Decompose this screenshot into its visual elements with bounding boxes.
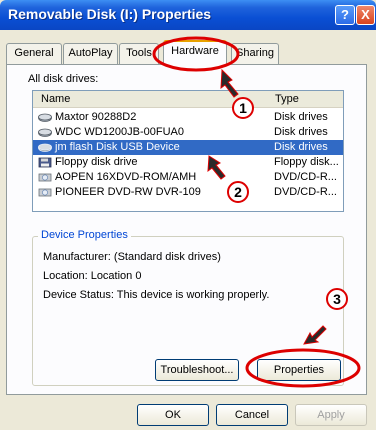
floppy-drive-icon — [38, 157, 52, 168]
all-disk-drives-label: All disk drives: — [28, 73, 99, 85]
troubleshoot-button[interactable]: Troubleshoot... — [155, 359, 239, 381]
list-item-name: AOPEN 16XDVD-ROM/AMH — [55, 171, 197, 183]
list-header: Name Type — [33, 91, 343, 108]
list-item-type: Disk drives — [274, 111, 328, 123]
list-item-type: Floppy disk... — [274, 156, 339, 168]
hard-disk-icon — [38, 128, 52, 137]
tab-general[interactable]: General — [6, 43, 62, 64]
hard-disk-icon — [38, 143, 52, 152]
title-bar[interactable]: Removable Disk (I:) Properties ? X — [0, 0, 376, 30]
device-properties-legend: Device Properties — [38, 229, 131, 241]
list-item-name: PIONEER DVD-RW DVR-109 — [55, 186, 201, 198]
list-item-name: Maxtor 90288D2 — [55, 111, 137, 123]
device-status-text: Device Status: This device is working pr… — [43, 289, 270, 301]
help-button[interactable]: ? — [335, 5, 355, 25]
step-badge-3: 3 — [326, 288, 348, 310]
close-button[interactable]: X — [356, 5, 375, 25]
list-item[interactable]: Maxtor 90288D2 Disk drives — [33, 110, 343, 125]
step-badge-2: 2 — [227, 181, 249, 203]
list-item[interactable]: Floppy disk drive Floppy disk... — [33, 155, 343, 170]
list-item[interactable]: PIONEER DVD-RW DVR-109 DVD/CD-R... — [33, 185, 343, 200]
ok-button[interactable]: OK — [137, 404, 209, 426]
cd-drive-icon — [38, 188, 52, 197]
list-item-name: WDC WD1200JB-00FUA0 — [55, 126, 184, 138]
disk-drives-list[interactable]: Name Type Maxtor 90288D2 Disk drives WDC… — [32, 90, 344, 212]
column-header-name[interactable]: Name — [41, 93, 70, 105]
list-item-type: DVD/CD-R... — [274, 186, 337, 198]
list-item-type: Disk drives — [274, 126, 328, 138]
tab-hardware[interactable]: Hardware — [163, 40, 227, 65]
list-item[interactable]: WDC WD1200JB-00FUA0 Disk drives — [33, 125, 343, 140]
tab-sharing[interactable]: Sharing — [231, 43, 279, 64]
cd-drive-icon — [38, 173, 52, 182]
step-badge-1: 1 — [232, 97, 254, 119]
window-title: Removable Disk (I:) Properties — [8, 6, 212, 22]
tab-autoplay[interactable]: AutoPlay — [63, 43, 118, 64]
apply-button[interactable]: Apply — [295, 404, 367, 426]
hard-disk-icon — [38, 113, 52, 122]
list-item-type: Disk drives — [274, 141, 328, 153]
list-item[interactable]: AOPEN 16XDVD-ROM/AMH DVD/CD-R... — [33, 170, 343, 185]
column-header-type[interactable]: Type — [275, 93, 299, 105]
list-item-name: jm flash Disk USB Device — [55, 141, 180, 153]
properties-window: Removable Disk (I:) Properties ? X Gener… — [0, 0, 376, 430]
location-text: Location: Location 0 — [43, 270, 142, 282]
tab-tools[interactable]: Tools — [119, 43, 159, 64]
list-item-type: DVD/CD-R... — [274, 171, 337, 183]
properties-button[interactable]: Properties — [257, 359, 341, 381]
list-item-name: Floppy disk drive — [55, 156, 138, 168]
cancel-button[interactable]: Cancel — [216, 404, 288, 426]
manufacturer-text: Manufacturer: (Standard disk drives) — [43, 251, 221, 263]
list-item-selected[interactable]: jm flash Disk USB Device Disk drives — [33, 140, 343, 155]
